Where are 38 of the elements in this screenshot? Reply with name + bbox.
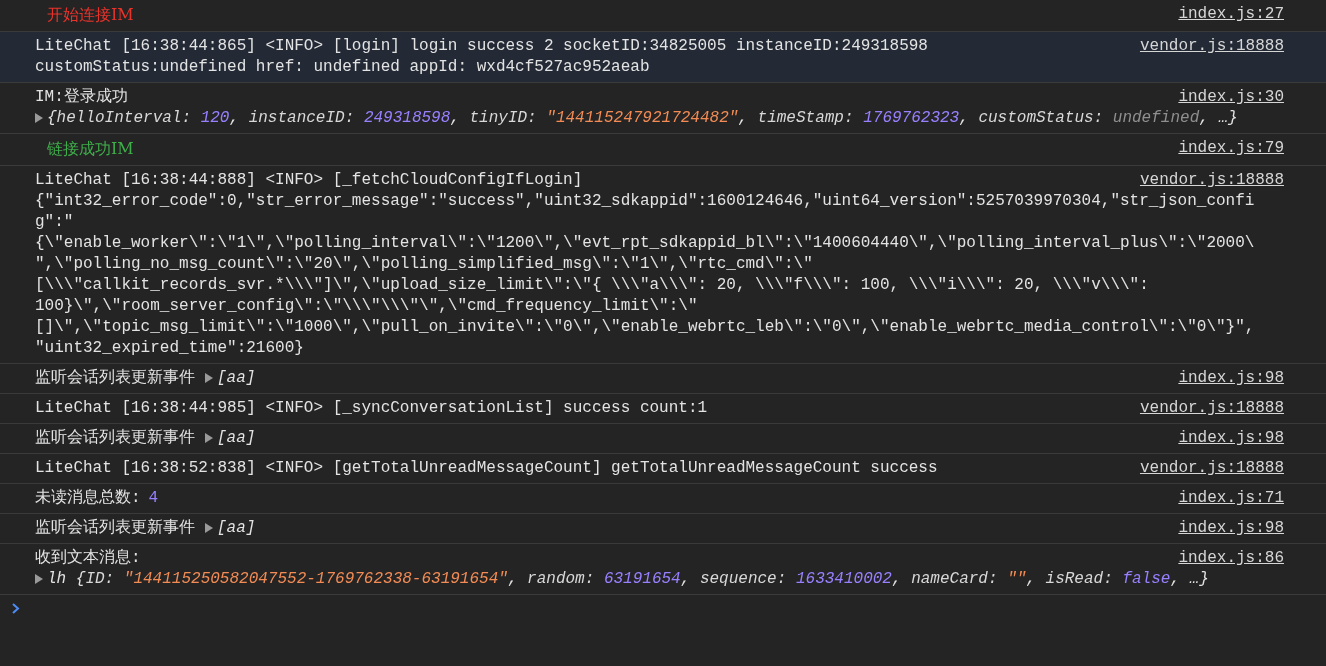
expand-triangle-icon[interactable]	[205, 372, 213, 383]
log-message: LiteChat [16:38:52:838] <INFO> [getTotalUnreadMessageCount] getTotalUnreadMessageCount success	[35, 459, 938, 477]
log-detail: {"int32_error_code":0,"str_error_message":"success","uint32_sdkappid":1600124646,"uint64_version":5257039970304,"str_json_confi g":" {\"enable_worker\":\"1\",\"polling_interval\":\"1200\",\"evt_rpt_sdkappid_bl\":\"1400604440\",\"polling_interval_plus\":\"2000\ ",\"polling_no_msg_count\":\"20\",\"polling_simplified_msg\":\"1\",\"rtc_cmd\":\" [\\\"callkit_records_svr.*\\\"]\",\"upload_size_limit\":\"{ \\\"a\\\": 20, \\\"f\\\": 100, \\\"i\\\": 20, \\\"v\\\": 100}\",\"room_server_config\":\"\\\"\\\"\",\"cmd_frequency_limit\":\" []\",\"topic_msg_limit\":\"1000\",\"pull_on_invite\":\"0\",\"enable_webrtc_leb\":\"0\",\"enable_webrtc_media_control\":\"0\"}", "uint32_expired_time":21600}	[35, 191, 1255, 359]
source-link[interactable]: index.js:79	[1178, 138, 1284, 159]
log-message: 监听会话列表更新事件	[35, 519, 195, 537]
log-message: LiteChat [16:38:44:888] <INFO> [_fetchCloudConfigIfLogin]	[35, 171, 583, 189]
source-link[interactable]: vendor.js:18888	[1139, 398, 1284, 419]
expand-triangle-icon[interactable]	[35, 112, 43, 123]
log-message: LiteChat [16:38:44:865] <INFO> [login] login success 2 socketID:34825005 instanceID:249318598	[35, 37, 928, 55]
source-link[interactable]: index.js:98	[1178, 428, 1284, 449]
log-message: 收到文本消息:	[35, 549, 141, 567]
object-preview: lh {ID: "144115250582047552-1769762338-63191654", random: 63191654, sequence: 1633410002, nameCard: "", isRead: false, …}	[47, 570, 1209, 588]
source-link[interactable]: vendor.js:18888	[1139, 36, 1284, 57]
source-link[interactable]: vendor.js:18888	[1139, 170, 1284, 191]
source-link[interactable]: index.js:98	[1178, 518, 1284, 539]
expand-triangle-icon[interactable]	[205, 522, 213, 533]
expand-triangle-icon[interactable]	[205, 432, 213, 443]
source-link[interactable]: index.js:71	[1178, 488, 1284, 509]
log-value: 4	[148, 489, 159, 507]
array-preview: [aa]	[217, 369, 256, 387]
log-message: LiteChat [16:38:44:985] <INFO> [_syncConversationList] success count:1	[35, 399, 708, 417]
source-link[interactable]: index.js:98	[1178, 368, 1284, 389]
array-preview: [aa]	[217, 429, 256, 447]
source-link[interactable]: vendor.js:18888	[1139, 458, 1284, 479]
log-message: IM:登录成功	[35, 88, 128, 106]
source-link[interactable]: index.js:27	[1178, 4, 1284, 25]
log-detail: customStatus:undefined href: undefined appId: wxd4cf527ac952aeab	[35, 57, 650, 78]
log-message: 开始连接IM	[47, 4, 134, 25]
log-message: 监听会话列表更新事件	[35, 429, 195, 447]
array-preview: [aa]	[217, 519, 256, 537]
log-message: 链接成功IM	[47, 138, 134, 159]
log-message: 未读消息总数:	[35, 489, 141, 507]
log-message: 监听会话列表更新事件	[35, 369, 195, 387]
source-link[interactable]: index.js:30	[1178, 87, 1284, 108]
expand-triangle-icon[interactable]	[35, 573, 43, 584]
object-preview: {helloInterval: 120, instanceID: 249318598, tinyID: "144115247921724482", timeStamp: 1769762323, customStatus: undefined, …}	[47, 109, 1238, 127]
source-link[interactable]: index.js:86	[1178, 548, 1284, 569]
prompt-chevron-icon	[12, 603, 20, 614]
